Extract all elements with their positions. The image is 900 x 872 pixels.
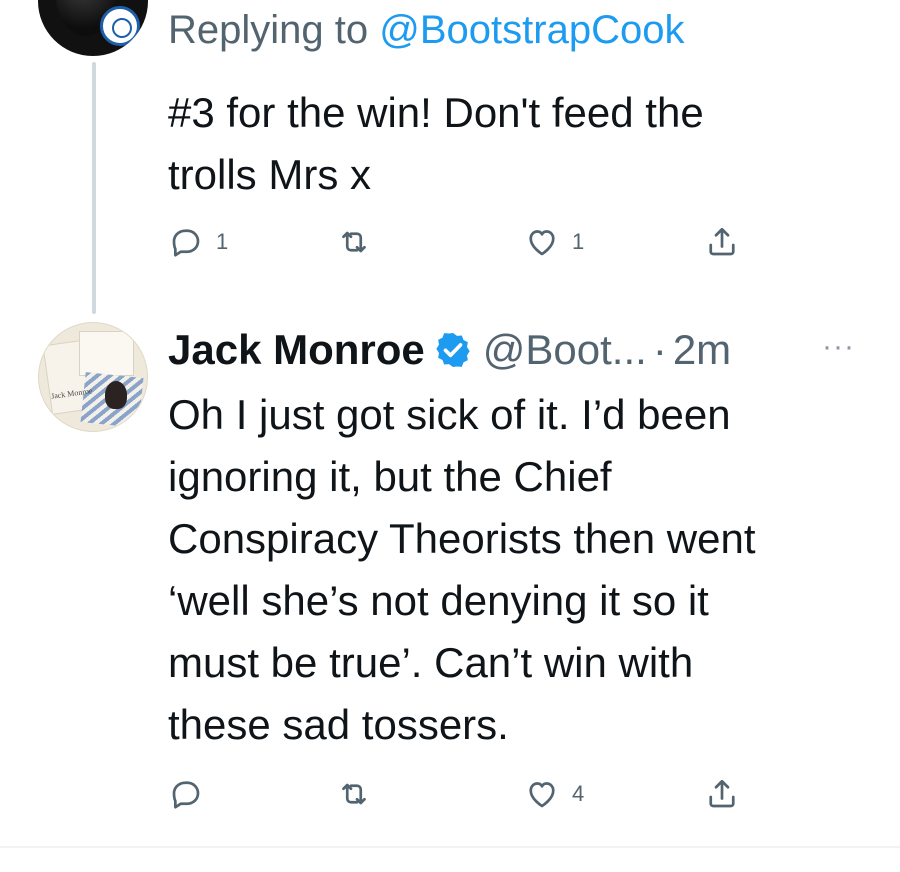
share-button[interactable] xyxy=(704,224,740,260)
tweet-text-line: ‘well she’s not denying it so it xyxy=(168,577,709,624)
tweet-text-line: trolls Mrs x xyxy=(168,151,371,198)
retweet-icon xyxy=(342,231,366,253)
like-count: 1 xyxy=(572,229,585,254)
replying-to-label: Replying to xyxy=(168,8,369,52)
tweet-text-line: Oh I just got sick of it. I’d been xyxy=(168,391,731,438)
heart-icon xyxy=(529,782,555,808)
tweet-text-line: ignoring it, but the Chief xyxy=(168,453,612,500)
reply-icon xyxy=(172,229,200,257)
verified-badge-icon xyxy=(436,333,470,367)
reply-button[interactable] xyxy=(168,776,216,812)
reply-icon xyxy=(172,781,200,809)
reply-button[interactable]: 1 xyxy=(168,224,228,260)
like-count: 4 xyxy=(572,781,585,806)
club-crest-badge xyxy=(100,6,140,46)
retweet-icon xyxy=(342,783,366,805)
more-options-button[interactable]: ··· xyxy=(822,330,855,364)
jack-monroe-avatar[interactable]: Jack Monroe xyxy=(38,322,148,432)
main-tweet-action-bar: 4 xyxy=(168,776,748,816)
tweet-text-line: #3 for the win! Don't feed the xyxy=(168,89,704,136)
header-separator: · xyxy=(652,326,667,373)
reply-count: 1 xyxy=(216,229,229,254)
like-button[interactable]: 4 xyxy=(524,776,584,812)
thread-connector-line xyxy=(92,62,96,314)
replying-to-mention-link[interactable]: @BootstrapCook xyxy=(379,8,684,52)
share-icon xyxy=(709,227,735,256)
author-handle[interactable]: @Boot... xyxy=(483,326,647,374)
tweet-text-line: must be true’. Can’t win with xyxy=(168,639,694,686)
avatar-photo-clipping xyxy=(79,331,134,376)
tweet-text-line: Conspiracy Theorists then went xyxy=(168,515,756,562)
retweet-button[interactable] xyxy=(336,776,384,812)
reply-tweet-text: #3 for the win! Don't feed the trolls Mr… xyxy=(168,82,704,206)
tweet-header: Jack Monroe @Boot... · 2m xyxy=(168,322,731,378)
tweet-divider xyxy=(0,846,900,848)
tweet-timestamp[interactable]: 2m xyxy=(673,326,731,374)
share-icon xyxy=(709,779,735,808)
replying-to-line: Replying to @BootstrapCook xyxy=(168,8,684,53)
reply-author-avatar[interactable] xyxy=(38,0,148,56)
main-tweet-text: Oh I just got sick of it. I’d been ignor… xyxy=(168,384,756,756)
retweet-button[interactable] xyxy=(336,224,384,260)
avatar-portrait xyxy=(105,381,127,409)
author-display-name[interactable]: Jack Monroe xyxy=(168,326,425,374)
heart-icon xyxy=(529,230,555,256)
tweet-text-line: these sad tossers. xyxy=(168,701,509,748)
reply-tweet-action-bar: 1 1 xyxy=(168,224,748,264)
like-button[interactable]: 1 xyxy=(524,224,584,260)
share-button[interactable] xyxy=(704,776,740,812)
